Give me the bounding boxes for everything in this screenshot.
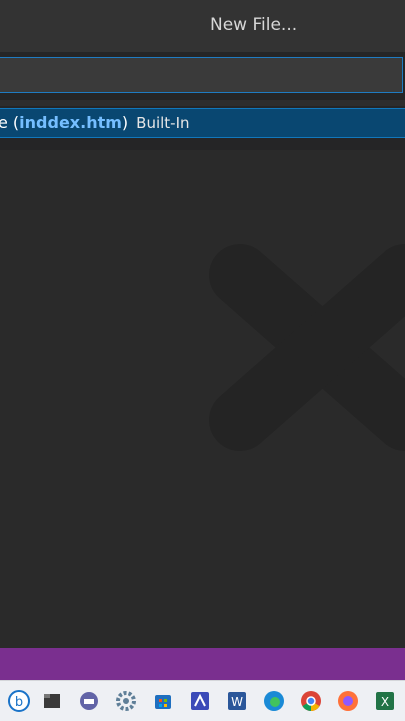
chrome-icon[interactable] — [299, 689, 323, 713]
svg-text:b: b — [15, 695, 23, 710]
svg-text:W: W — [231, 695, 243, 709]
quick-pick-item-selected[interactable]: e (inddex.htm) Built-In — [0, 108, 405, 138]
edge-icon[interactable] — [262, 689, 286, 713]
quick-input-field[interactable] — [0, 57, 403, 93]
status-bar — [0, 648, 405, 680]
item-label-highlight: inddex.htm — [19, 113, 122, 132]
item-label-suffix: ) — [121, 113, 129, 132]
firefox-icon[interactable] — [336, 689, 360, 713]
item-description: Built-In — [136, 114, 190, 132]
quick-input-widget: e (inddex.htm) Built-In — [0, 52, 405, 150]
teams-chat-icon[interactable] — [77, 689, 101, 713]
word-icon[interactable]: W — [225, 689, 249, 713]
item-label-prefix: e ( — [0, 113, 20, 132]
windows-taskbar: b W X — [0, 680, 405, 721]
quick-input-separator — [0, 100, 405, 106]
vscode-watermark-icon — [209, 244, 405, 451]
title-bar: New File... — [0, 0, 405, 53]
microsoft-store-icon[interactable] — [151, 689, 175, 713]
file-explorer-icon[interactable] — [40, 689, 64, 713]
search-icon[interactable]: b — [7, 689, 31, 713]
svg-text:X: X — [381, 695, 389, 709]
new-file-title[interactable]: New File... — [210, 15, 297, 35]
settings-icon[interactable] — [114, 689, 138, 713]
excel-icon[interactable]: X — [373, 689, 397, 713]
visual-studio-icon[interactable] — [188, 689, 212, 713]
